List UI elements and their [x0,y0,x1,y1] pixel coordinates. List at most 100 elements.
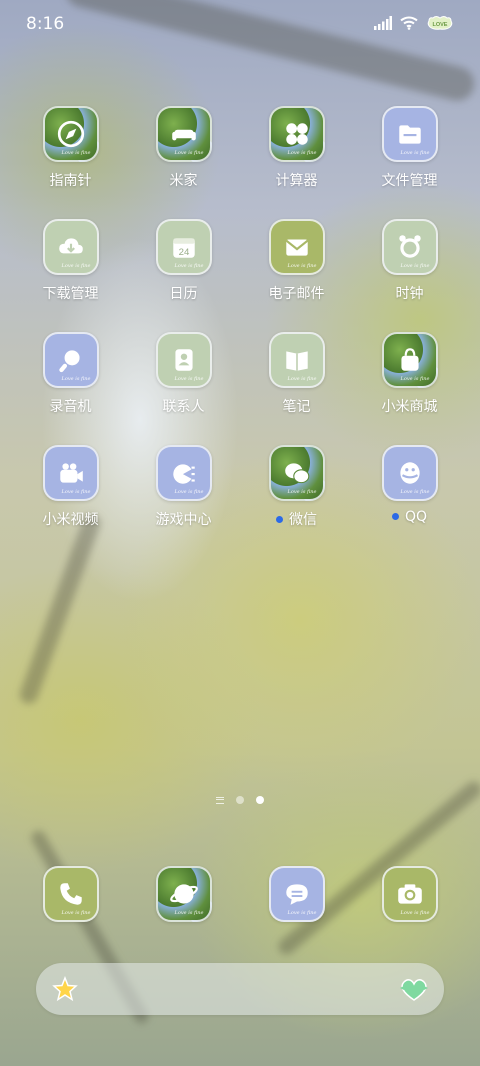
page-dot[interactable] [236,796,244,804]
icon-tag-text: Love is fine [174,376,204,382]
app-compass[interactable]: Love is fine 指南针 [14,106,127,190]
calendar-icon: 24 [172,238,195,258]
icon-tag-text: Love is fine [174,910,204,916]
app-video-camera[interactable]: Love is fine 小米视频 [14,445,127,529]
app-label-text: 录音机 [49,399,92,415]
icon-tag-text: Love is fine [400,376,430,382]
qq-penguin-icon [399,462,420,484]
app-label: 游戏中心 [127,509,240,529]
app-icon-tile[interactable]: Love is fine [42,106,99,162]
icon-tag-text: Love is fine [400,489,430,495]
page-dot-active[interactable] [256,796,264,804]
page-indicator[interactable] [0,796,480,804]
app-label-text: 微信 [289,512,317,528]
app-calculator[interactable]: Love is fine 计算器 [240,106,353,190]
compass-icon [57,120,84,148]
notebook-icon [285,351,308,371]
app-qq-penguin[interactable]: Love is fine QQ [353,445,466,525]
icon-tag-text: Love is fine [61,910,91,916]
app-label-text: 小米视频 [42,512,99,528]
dock-icon-tile[interactable]: Love is fine [42,866,99,922]
app-label-text: QQ [404,509,428,525]
mail-icon [285,239,308,256]
camera-icon [397,884,422,904]
app-label: 米家 [127,170,240,190]
icon-tag-text: Love is fine [400,150,430,156]
app-icon-tile[interactable]: Love is fine [381,219,438,275]
messages-icon [285,884,308,905]
app-icon-tile[interactable]: Love is fine [268,219,325,275]
app-icon-tile[interactable]: Love is fine [42,332,99,388]
dock-browser-globe[interactable]: Love is fine [127,866,240,922]
page-indicator-feed[interactable] [216,796,224,804]
app-label-text: 米家 [169,173,198,189]
game-center-icon [172,464,195,484]
app-shopping-bag[interactable]: Love is fine 小米商城 [353,332,466,416]
status-icons: LOVE [374,15,454,31]
app-cloud-download[interactable]: Love is fine 下载管理 [14,219,127,303]
app-icon-tile[interactable]: Love is fine [268,445,325,501]
app-icon-tile[interactable]: 24 Love is fine [155,219,212,275]
notification-dot [391,513,399,520]
app-notebook[interactable]: Love is fine 笔记 [240,332,353,416]
dock-icon-tile[interactable]: Love is fine [155,866,212,922]
app-icon-tile[interactable]: Love is fine [155,106,212,162]
app-label: 时钟 [353,283,466,303]
app-label: 指南针 [14,170,127,190]
icon-tag-text: Love is fine [400,910,430,916]
browser-globe-icon [169,884,198,904]
heart-icon [400,979,428,1001]
status-bar: 8:16 LOVE [0,0,480,50]
app-icon-tile[interactable]: Love is fine [381,445,438,501]
dock-icon-tile[interactable]: Love is fine [381,866,438,922]
video-camera-icon [59,463,83,483]
contacts-icon [174,349,193,371]
dock-messages[interactable]: Love is fine [240,866,353,922]
app-label-text: 下载管理 [42,286,99,302]
app-icon-tile[interactable]: Love is fine [155,445,212,501]
app-wechat[interactable]: Love is fine 微信 [240,445,353,529]
app-folder[interactable]: Love is fine 文件管理 [353,106,466,190]
app-label-text: 笔记 [282,399,311,415]
dock-camera[interactable]: Love is fine [353,866,466,922]
app-label-text: 电子邮件 [268,286,325,302]
app-calendar[interactable]: 24 Love is fine 日历 [127,219,240,303]
app-game-center[interactable]: Love is fine 游戏中心 [127,445,240,529]
app-icon-tile[interactable]: Love is fine [155,332,212,388]
app-icon-tile[interactable]: Love is fine [268,332,325,388]
cloud-download-icon [58,238,83,254]
app-recorder[interactable]: Love is fine 录音机 [14,332,127,416]
app-icon-tile[interactable]: Love is fine [42,445,99,501]
status-time: 8:16 [26,14,65,34]
icon-tag-text: Love is fine [287,263,317,269]
app-label: 微信 [240,509,353,529]
app-label-text: 计算器 [275,173,318,189]
phone-icon [59,883,82,905]
icon-tag-text: Love is fine [61,376,91,382]
app-icon-tile[interactable]: Love is fine [42,219,99,275]
icon-tag-text: Love is fine [61,150,91,156]
app-mail[interactable]: Love is fine 电子邮件 [240,219,353,303]
app-label: 联系人 [127,396,240,416]
app-icon-tile[interactable]: Love is fine [381,332,438,388]
search-bar[interactable] [36,963,444,1015]
recorder-icon [58,350,80,373]
app-icon-tile[interactable]: Love is fine [268,106,325,162]
dock-phone[interactable]: Love is fine [14,866,127,922]
app-icon-tile[interactable]: Love is fine [381,106,438,162]
icon-tag-text: Love is fine [287,489,317,495]
icon-tag-text: Love is fine [287,376,317,382]
app-label-text: 指南针 [49,173,92,189]
dock-icon-tile[interactable]: Love is fine [268,866,325,922]
app-contacts[interactable]: Love is fine 联系人 [127,332,240,416]
calculator-icon [285,123,308,145]
folder-icon [398,125,421,144]
icon-tag-text: Love is fine [400,263,430,269]
app-label: 下载管理 [14,283,127,303]
wechat-icon [284,463,309,484]
app-label-text: 小米商城 [381,399,438,415]
app-sofa[interactable]: Love is fine 米家 [127,106,240,190]
app-label: 计算器 [240,170,353,190]
icon-tag-text: Love is fine [61,263,91,269]
app-alarm-clock[interactable]: Love is fine 时钟 [353,219,466,303]
